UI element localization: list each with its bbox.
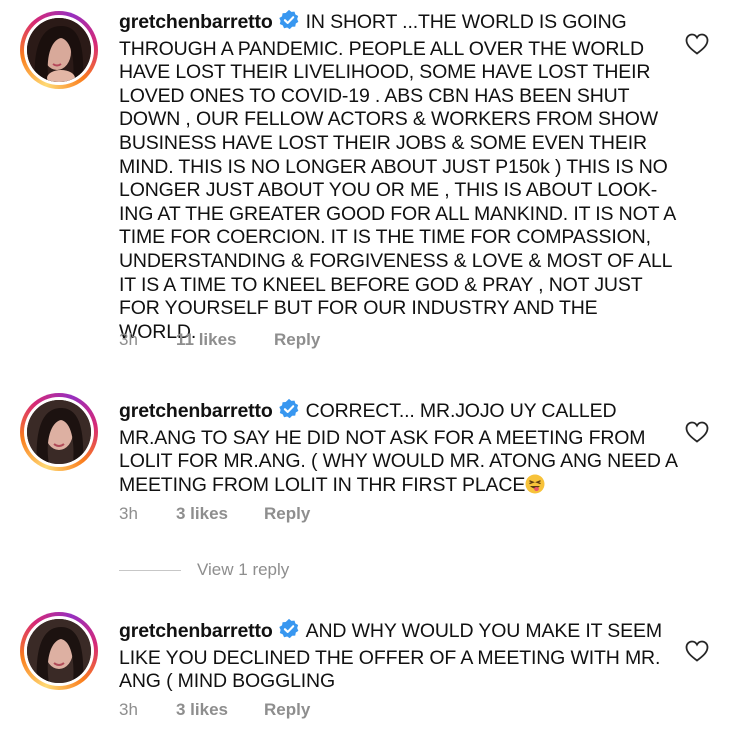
comment-text-block: gretchenbarretto CORRECT... MR.JOJO UY CA… <box>119 398 679 500</box>
reply-button[interactable]: Reply <box>274 330 320 350</box>
verified-badge-icon <box>278 9 300 38</box>
username-link[interactable]: gretchenbarretto <box>119 11 273 33</box>
avatar[interactable] <box>20 393 98 471</box>
timestamp: 3h <box>119 330 138 349</box>
heart-outline-icon[interactable] <box>685 640 709 667</box>
avatar[interactable] <box>20 11 98 89</box>
username-link[interactable]: gretchenbarretto <box>119 620 273 642</box>
likes-count[interactable]: 11 likes <box>176 330 237 350</box>
likes-count[interactable]: 3 likes <box>176 504 228 524</box>
avatar[interactable] <box>20 612 98 690</box>
reply-button[interactable]: Reply <box>264 504 310 524</box>
view-replies-label[interactable]: View 1 reply <box>197 560 289 580</box>
timestamp: 3h <box>119 700 138 719</box>
grinning-squinting-tongue-emoji <box>525 474 545 501</box>
timestamp: 3h <box>119 504 138 523</box>
heart-outline-icon[interactable] <box>685 33 709 60</box>
reply-button[interactable]: Reply <box>264 700 310 720</box>
comment-text-block: gretchenbarretto IN SHORT ...THE WORLD IS… <box>119 9 679 344</box>
verified-badge-icon <box>278 618 300 647</box>
username-link[interactable]: gretchenbarretto <box>119 400 273 422</box>
comment-text: IN SHORT ...THE WORLD IS GOING THROUGH A… <box>119 11 676 343</box>
heart-outline-icon[interactable] <box>685 421 709 448</box>
comment-text-block: gretchenbarretto AND WHY WOULD YOU MAKE I… <box>119 618 679 694</box>
replies-divider-line <box>119 570 181 571</box>
likes-count[interactable]: 3 likes <box>176 700 228 720</box>
verified-badge-icon <box>278 398 300 427</box>
